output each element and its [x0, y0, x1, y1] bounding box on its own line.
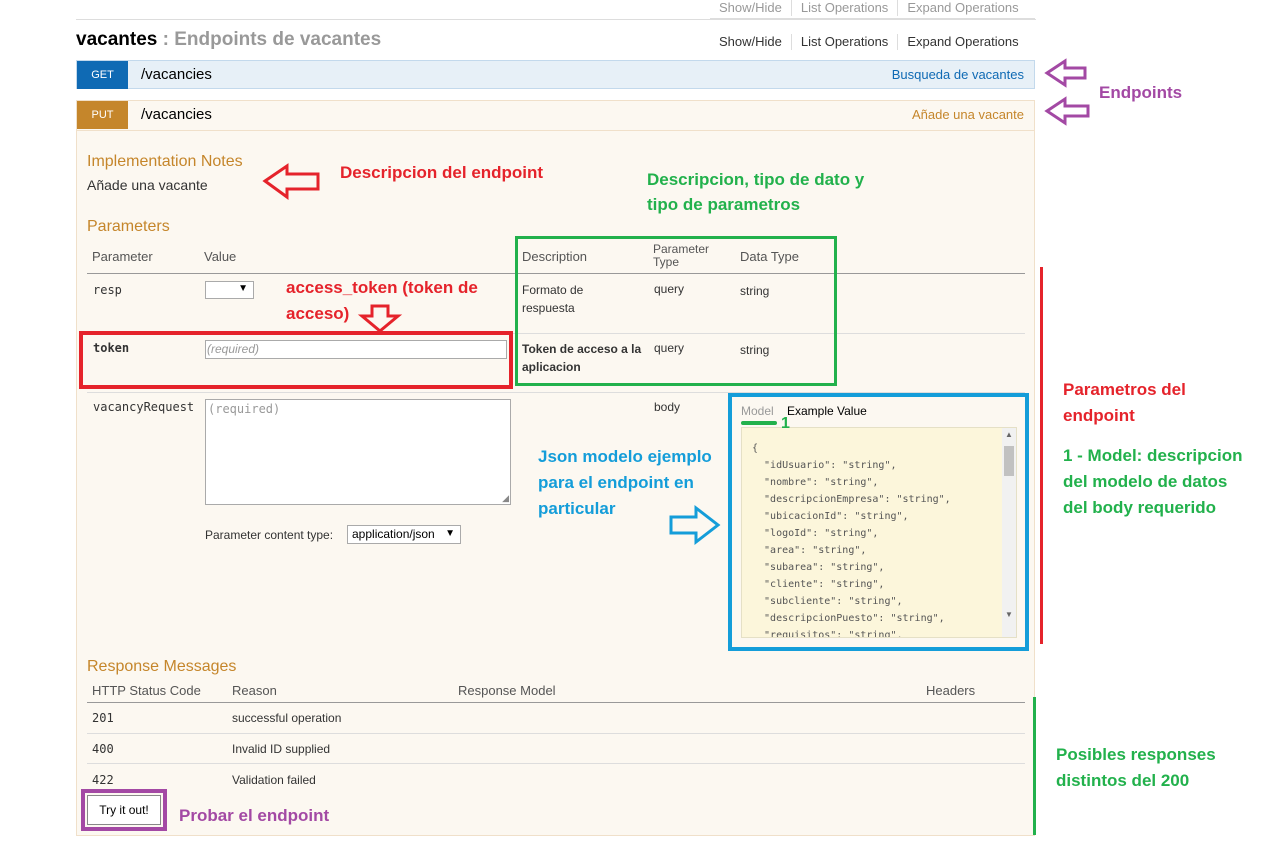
annotation-endpoints: Endpoints	[1099, 83, 1183, 102]
annotation-params-line1: Parametros del	[1063, 380, 1186, 399]
get-method-badge[interactable]: GET	[77, 61, 128, 89]
response-code: 400	[92, 742, 114, 756]
list-operations-link[interactable]: List Operations	[792, 34, 899, 50]
param-name-resp: resp	[93, 283, 122, 297]
resource-description: Endpoints de vacantes	[174, 29, 382, 50]
param-header-parameter: Parameter	[92, 249, 153, 264]
response-messages-title: Response Messages	[87, 658, 237, 675]
resp-header-reason: Reason	[232, 683, 277, 698]
annotation-params-line2: endpoint	[1063, 406, 1135, 425]
annotation-json-line2: para el endpoint en	[538, 473, 694, 492]
resource-title[interactable]: vacantes : Endpoints de vacantes	[76, 29, 381, 51]
vacancy-request-placeholder: (required)	[208, 402, 281, 416]
get-path[interactable]: /vacancies	[141, 66, 212, 83]
top-show-hide-link[interactable]: Show/Hide	[710, 0, 792, 16]
parameters-title: Parameters	[87, 218, 170, 235]
resp-header-model: Response Model	[458, 683, 556, 698]
response-code: 201	[92, 711, 114, 725]
annotation-desc-tipo-line1: Descripcion, tipo de dato y	[647, 170, 865, 189]
annotation-model-line2: del modelo de datos	[1063, 472, 1228, 491]
annotation-desc-endpoint: Descripcion del endpoint	[340, 163, 544, 182]
show-hide-link[interactable]: Show/Hide	[710, 34, 792, 50]
expand-operations-link[interactable]: Expand Operations	[898, 34, 1027, 50]
annotation-responses-line1: Posibles responses	[1056, 745, 1216, 764]
resource-name[interactable]: vacantes	[76, 29, 157, 50]
resp-select[interactable]: ▼	[205, 281, 254, 299]
put-method-badge[interactable]: PUT	[77, 101, 128, 129]
response-reason: Validation failed	[232, 773, 316, 787]
parameters-bracket-line	[1040, 267, 1043, 644]
example-value-highlight-box	[728, 393, 1029, 651]
vacancy-request-textarea[interactable]: (required) ◢	[205, 399, 511, 505]
endpoints-arrow-icon	[1044, 58, 1090, 126]
content-type-value: application/json	[352, 527, 435, 541]
resource-operation-links: Show/Hide List Operations Expand Operation…	[710, 34, 1028, 50]
get-summary[interactable]: Busqueda de vacantes	[892, 67, 1024, 82]
annotation-desc-tipo-line2: tipo de parametros	[647, 195, 801, 214]
try-it-out-highlight-box	[81, 789, 167, 831]
put-operation-header[interactable]: PUT /vacancies Añade una vacante	[77, 101, 1034, 131]
put-path[interactable]: /vacancies	[141, 106, 212, 123]
content-type-label: Parameter content type:	[205, 528, 334, 542]
responses-bracket-line	[1033, 697, 1036, 835]
resp-header-code: HTTP Status Code	[92, 683, 201, 698]
resp-header-headers: Headers	[926, 683, 976, 698]
resource-separator: :	[157, 29, 175, 50]
resp-row-divider	[87, 763, 1025, 764]
put-summary[interactable]: Añade una vacante	[912, 107, 1024, 122]
token-highlight-box	[79, 331, 513, 389]
top-list-operations-link[interactable]: List Operations	[792, 0, 899, 16]
access-token-arrow-icon	[357, 304, 403, 333]
description-highlight-box	[515, 236, 837, 386]
json-arrow-icon	[669, 504, 721, 546]
response-code: 422	[92, 773, 114, 787]
top-divider	[76, 19, 1036, 20]
response-reason: Invalid ID supplied	[232, 742, 331, 756]
get-operation[interactable]: GET /vacancies Busqueda de vacantes	[76, 60, 1035, 89]
param-type-vacancy-request: body	[654, 400, 681, 414]
implementation-notes-text: Añade una vacante	[87, 177, 208, 193]
top-operation-links: Show/Hide List Operations Expand Operation…	[710, 0, 1035, 19]
implementation-notes-title: Implementation Notes	[87, 153, 243, 170]
response-reason: successful operation	[232, 711, 342, 725]
annotation-access-token-line2: acceso)	[286, 304, 350, 323]
resize-handle-icon[interactable]: ◢	[502, 493, 509, 504]
annotation-model-line1: 1 - Model: descripcion	[1063, 446, 1243, 465]
annotation-json-line1: Json modelo ejemplo	[538, 447, 712, 466]
annotation-json-line3: particular	[538, 499, 616, 518]
annotation-model-line3: del body requerido	[1063, 498, 1217, 517]
param-name-vacancy-request: vacancyRequest	[93, 400, 195, 414]
annotation-probar: Probar el endpoint	[179, 806, 330, 825]
resp-header-divider	[87, 702, 1025, 703]
annotation-access-token-line1: access_token (token de	[286, 278, 478, 297]
chevron-down-icon: ▼	[445, 528, 455, 539]
chevron-down-icon: ▼	[238, 283, 248, 294]
param-header-value: Value	[204, 249, 237, 264]
resp-row-divider	[87, 733, 1025, 734]
annotation-responses-line2: distintos del 200	[1056, 771, 1190, 790]
content-type-select[interactable]: application/json ▼	[347, 525, 461, 544]
desc-endpoint-arrow-icon	[262, 163, 320, 200]
top-expand-operations-link[interactable]: Expand Operations	[898, 0, 1027, 16]
